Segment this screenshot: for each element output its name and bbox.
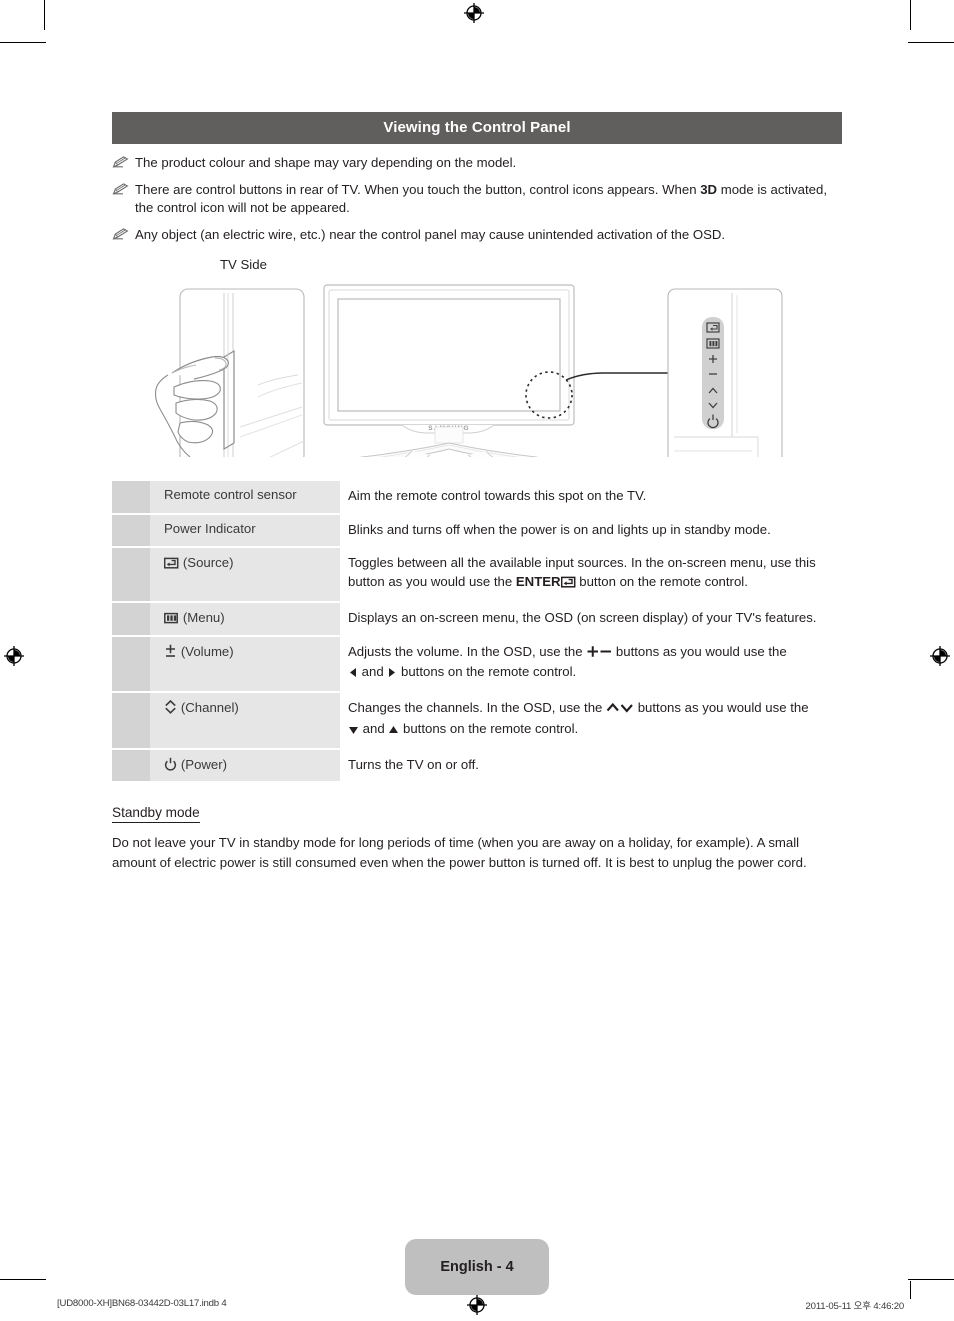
pencil-note-icon bbox=[112, 155, 132, 174]
row-label-text: Remote control sensor bbox=[164, 486, 297, 502]
row-number-cell bbox=[112, 693, 150, 748]
standby-heading: Standby mode bbox=[112, 805, 200, 824]
crop-mark-bottom-right-vertical bbox=[910, 1281, 911, 1299]
row-number-cell bbox=[112, 636, 150, 692]
row-desc-cell: Toggles between all the available input … bbox=[340, 548, 842, 600]
row-desc-cell: Displays an on-screen menu, the OSD (on … bbox=[348, 609, 817, 625]
note-item: There are control buttons in rear of TV.… bbox=[112, 181, 842, 218]
crop-mark-top-right-vertical bbox=[910, 0, 911, 30]
desc-part: and bbox=[358, 664, 388, 680]
footer-filename: [UD8000-XH]BN68-03442D-03L17.indb 4 bbox=[57, 1298, 227, 1309]
row-desc-cell: Changes the channels. In the OSD, use th… bbox=[340, 693, 842, 747]
plus-minus-icon bbox=[586, 645, 612, 661]
source-enter-icon bbox=[560, 576, 576, 591]
standby-section: Standby mode Do not leave your TV in sta… bbox=[112, 783, 842, 872]
volume-plusminus-icon bbox=[164, 643, 181, 659]
registration-mark-bottom bbox=[467, 1295, 487, 1315]
crop-mark-bottom-right-horizontal bbox=[908, 1279, 954, 1280]
note-text: Any object (an electric wire, etc.) near… bbox=[135, 227, 726, 243]
menu-icon bbox=[164, 609, 183, 625]
desc-part: buttons as you would use the bbox=[612, 643, 787, 659]
row-desc-cell: Aim the remote control towards this spot… bbox=[348, 487, 647, 503]
table-row: (Channel) Changes the channels. In the O… bbox=[112, 693, 842, 748]
table-row: (Power) Turns the TV on or off. bbox=[112, 749, 842, 782]
row-number-cell bbox=[112, 602, 150, 635]
table-row: (Menu) Displays an on-screen menu, the O… bbox=[112, 602, 842, 635]
note-text: There are control buttons in rear of TV.… bbox=[135, 181, 842, 218]
row-number-cell bbox=[112, 480, 150, 513]
row-label-text: (Power) bbox=[180, 756, 228, 772]
note-item: The product colour and shape may vary de… bbox=[112, 154, 842, 173]
desc-part: Changes the channels. In the OSD, use th… bbox=[348, 700, 607, 716]
row-desc-cell: Adjusts the volume. In the OSD, use the … bbox=[340, 637, 842, 691]
pencil-note-icon bbox=[112, 227, 132, 246]
desc-part: buttons on the remote control. bbox=[399, 720, 579, 736]
desc-part: Adjusts the volume. In the OSD, use the bbox=[348, 643, 587, 659]
power-icon bbox=[164, 756, 181, 772]
chevron-up-down-icon bbox=[606, 702, 634, 717]
note-text: The product colour and shape may vary de… bbox=[135, 155, 517, 170]
illustration-graphic: SAMSUNG bbox=[154, 284, 783, 457]
page-content: Viewing the Control Panel The product co… bbox=[112, 112, 842, 872]
control-panel-table: Remote control sensor Aim the remote con… bbox=[112, 479, 842, 783]
registration-mark-left bbox=[4, 646, 24, 666]
registration-mark-right bbox=[930, 646, 950, 666]
left-arrow-icon bbox=[348, 666, 358, 681]
crop-mark-bottom-left-horizontal bbox=[0, 1279, 46, 1280]
note-text-before: There are control buttons in rear of TV.… bbox=[135, 181, 701, 197]
desc-part: button on the remote control. bbox=[575, 574, 748, 590]
row-label-text: (Volume) bbox=[180, 643, 234, 659]
row-label-text: (Channel) bbox=[180, 700, 239, 716]
table-row: (Volume) Adjusts the volume. In the OSD,… bbox=[112, 636, 842, 692]
row-label-cell: (Power) bbox=[150, 749, 340, 782]
footer-timestamp: 2011-05-11 오후 4:46:20 bbox=[805, 1301, 905, 1312]
tv-front-view: SAMSUNG bbox=[323, 284, 575, 457]
page-title: Viewing the Control Panel bbox=[112, 112, 842, 144]
up-triangle-icon bbox=[388, 723, 399, 738]
control-strip bbox=[702, 316, 724, 429]
crop-mark-top-left-horizontal bbox=[0, 42, 46, 43]
row-label-cell: (Volume) bbox=[150, 636, 340, 692]
source-enter-icon bbox=[163, 554, 183, 570]
tv-rear-control-detail bbox=[667, 288, 783, 457]
channel-updown-icon bbox=[164, 699, 181, 715]
row-label-cell: (Source) bbox=[150, 548, 340, 601]
down-triangle-icon bbox=[348, 723, 359, 738]
crop-mark-top-left-vertical bbox=[44, 0, 45, 30]
row-label-cell: (Menu) bbox=[150, 602, 340, 635]
note-text-bold: 3D bbox=[700, 181, 718, 197]
row-label-text: (Source) bbox=[182, 555, 234, 571]
row-label-cell: (Channel) bbox=[150, 693, 340, 748]
row-label-text: (Menu) bbox=[182, 609, 225, 625]
row-number-cell bbox=[112, 514, 150, 547]
note-list: The product colour and shape may vary de… bbox=[112, 154, 842, 245]
control-panel-illustration: TV Side bbox=[112, 257, 842, 457]
table-row: (Source) Toggles between all the availab… bbox=[112, 548, 842, 601]
desc-part: and bbox=[359, 720, 389, 736]
table-row: Power Indicator Blinks and turns off whe… bbox=[112, 514, 842, 547]
page-number-badge: English - 4 bbox=[405, 1239, 549, 1295]
crop-mark-top-right-horizontal bbox=[908, 42, 954, 43]
callout-leader-line bbox=[565, 372, 672, 381]
right-arrow-icon bbox=[387, 666, 397, 681]
page-number-label: English - 4 bbox=[440, 1259, 514, 1275]
tv-side-label: TV Side bbox=[220, 256, 267, 272]
standby-body-text: Do not leave your TV in standby mode for… bbox=[112, 835, 807, 870]
desc-enter-word: ENTER bbox=[515, 574, 561, 590]
row-desc-cell: Blinks and turns off when the power is o… bbox=[348, 521, 771, 537]
pencil-note-icon bbox=[112, 182, 132, 201]
table-row: Remote control sensor Aim the remote con… bbox=[112, 480, 842, 513]
row-number-cell bbox=[112, 749, 150, 782]
row-label-cell: Power Indicator bbox=[150, 514, 340, 547]
row-desc-cell: Turns the TV on or off. bbox=[348, 756, 479, 772]
row-label-cell: Remote control sensor bbox=[150, 480, 340, 513]
note-item: Any object (an electric wire, etc.) near… bbox=[112, 226, 842, 245]
tv-side-detail bbox=[154, 288, 305, 457]
row-label-text: Power Indicator bbox=[164, 520, 256, 536]
desc-part: buttons on the remote control. bbox=[397, 664, 577, 680]
row-number-cell bbox=[112, 548, 150, 601]
registration-mark-top bbox=[464, 3, 484, 23]
desc-part: buttons as you would use the bbox=[634, 700, 809, 716]
